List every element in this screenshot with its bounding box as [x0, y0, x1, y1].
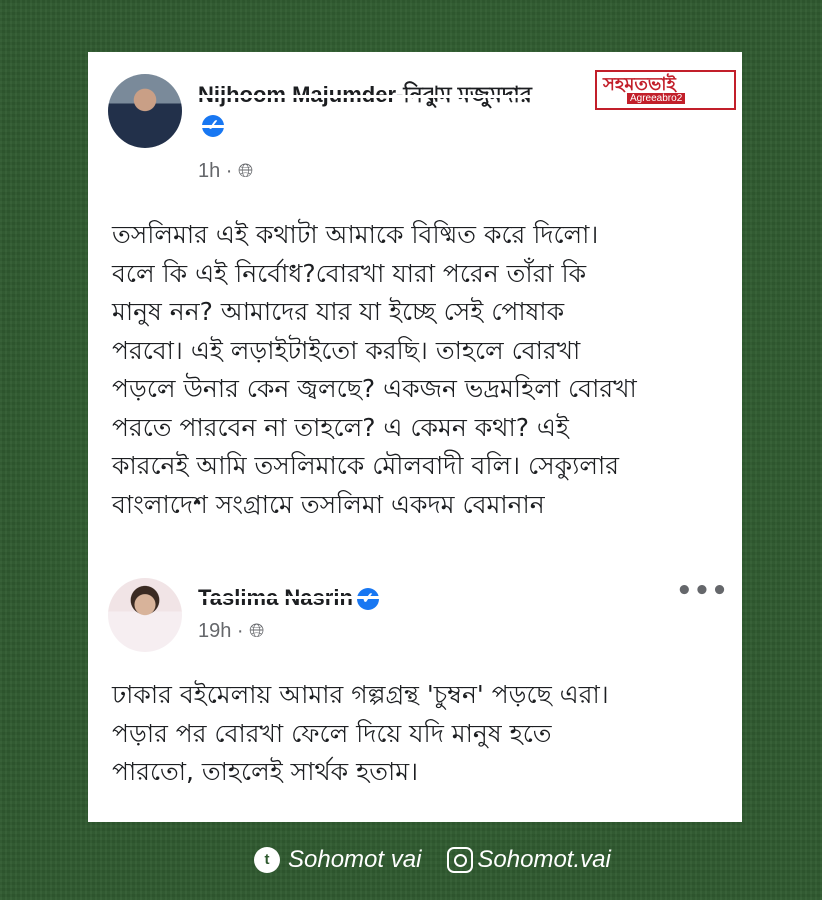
avatar[interactable]	[108, 578, 182, 652]
verified-badge-icon: ✓	[356, 588, 379, 611]
quoted-meta: 19h · 🌐︎	[198, 620, 265, 642]
post-line: পরতে পারবেন না তাহলে? এ কেমন কথা? এই	[112, 412, 569, 442]
post-line: তসলিমার এই কথাটা আমাকে বিষ্মিত করে দিলো।	[112, 220, 599, 249]
globe-icon: 🌐︎	[238, 161, 254, 182]
twitter-handle[interactable]: Sohomot vai	[288, 846, 421, 874]
post-author[interactable]: Nijhoom Majumder-নিঝুম মজুমদার✓	[198, 80, 538, 140]
globe-icon: 🌐︎	[249, 621, 265, 642]
twitter-icon[interactable]: t	[254, 847, 280, 873]
sohomot-logo: সহমতভাই Agreeabro2	[595, 70, 736, 110]
post-meta: 1h · 🌐︎	[198, 160, 254, 182]
name-strike-mark	[196, 125, 316, 128]
instagram-icon[interactable]	[447, 847, 474, 873]
post-line: কারনেই আমি তসলিমাকে মৌলবাদী বলি। সেক্যুল…	[112, 451, 620, 480]
post-time[interactable]: 1h	[198, 160, 220, 182]
instagram-handle[interactable]: Sohomot.vai	[477, 846, 610, 874]
name-strike-mark	[196, 596, 396, 599]
post-line: বাংলাদেশ সংগ্রামে তসলিমা একদম বেমানান	[112, 489, 545, 519]
post-line: পড়ার পর বোরখা ফেলে দিয়ে যদি মানুষ হতে	[112, 718, 552, 748]
post-line: মানুষ নন? আমাদের যার যা ইচ্ছে সেই পোষাক	[112, 297, 565, 326]
post-line: ঢাকার বইমেলায় আমার গল্পগ্রন্থ 'চুম্বন' …	[112, 680, 609, 709]
quoted-text: ঢাকার বইমেলায় আমার গল্পগ্রন্থ 'চুম্বন' …	[112, 676, 722, 792]
name-strike-mark	[196, 95, 531, 98]
post-line: পড়লে উনার কেন জ্বলছে? একজন ভদ্রমহিলা বো…	[112, 374, 637, 403]
social-footer: t Sohomot vai Sohomot.vai	[254, 846, 611, 874]
more-options-icon[interactable]: •••	[676, 576, 729, 606]
logo-subtext: Agreeabro2	[627, 93, 686, 104]
post-line: পারতো, তাহলেই সার্থক হতাম।	[112, 757, 419, 786]
quoted-time[interactable]: 19h	[198, 620, 231, 642]
post-text: তসলিমার এই কথাটা আমাকে বিষ্মিত করে দিলো।…	[112, 216, 722, 524]
post-line: বলে কি এই নির্বোধ?বোরখা যারা পরেন তাঁরা …	[112, 258, 587, 288]
post-line: পরবো। এই লড়াইটাইতো করছি। তাহলে বোরখা	[112, 335, 581, 365]
avatar[interactable]	[108, 74, 182, 148]
